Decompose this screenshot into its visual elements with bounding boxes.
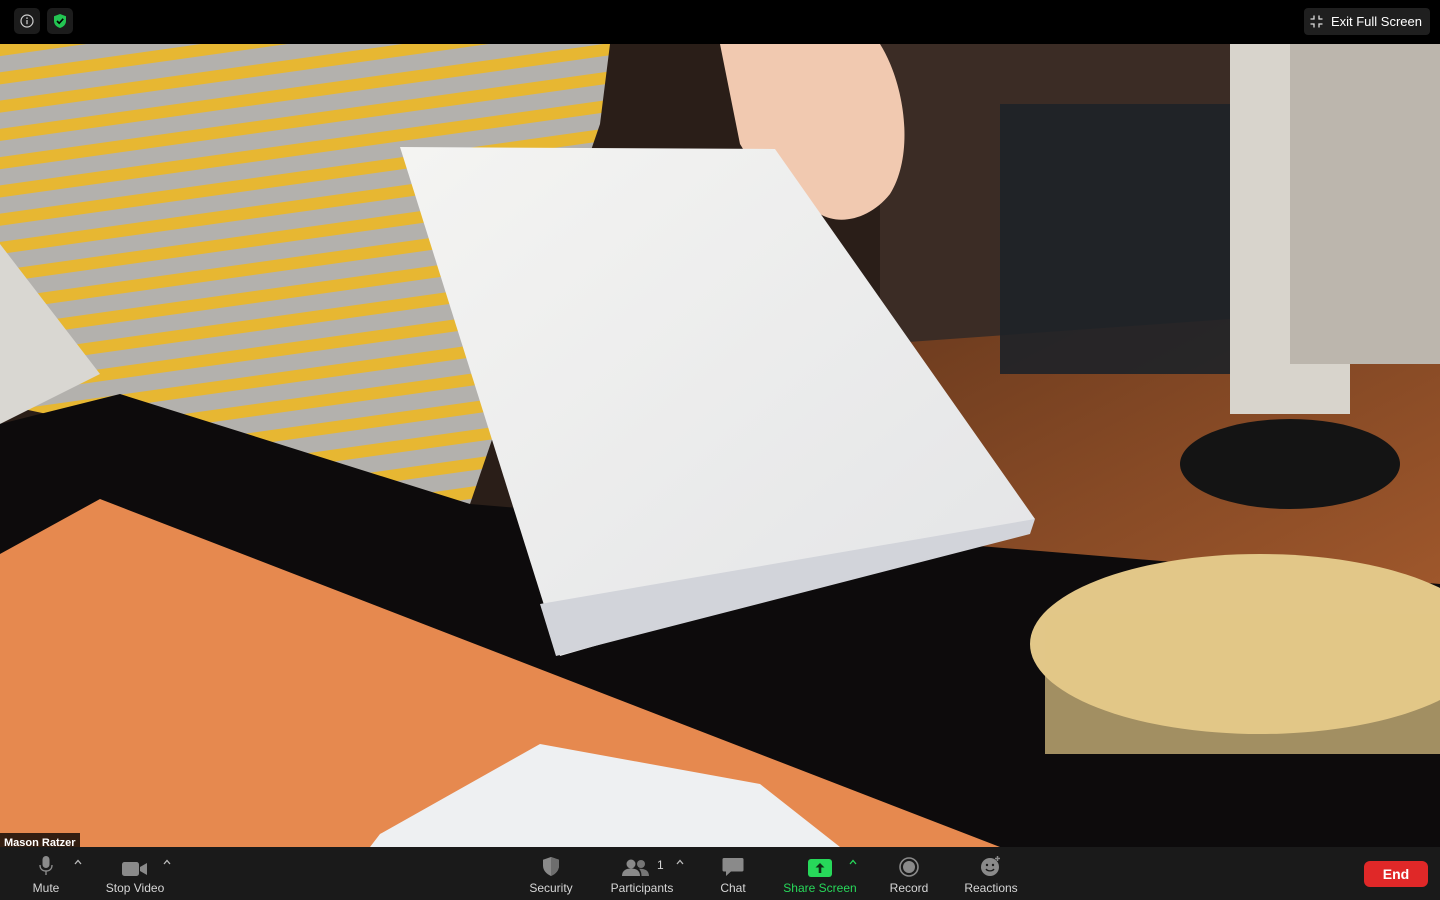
- share-screen-options-caret[interactable]: [846, 855, 860, 869]
- record-icon: [899, 857, 919, 877]
- video-camera-icon: [122, 862, 147, 876]
- exit-full-screen-icon: [1310, 15, 1323, 28]
- security-button[interactable]: Security: [525, 847, 577, 900]
- share-screen-label: Share Screen: [783, 881, 857, 895]
- stop-video-label: Stop Video: [105, 881, 165, 895]
- video-frame: [0, 44, 1440, 847]
- video-options-caret[interactable]: [160, 855, 174, 869]
- audio-options-caret[interactable]: [71, 855, 85, 869]
- mute-label: Mute: [32, 881, 60, 895]
- exit-full-screen-label: Exit Full Screen: [1330, 14, 1422, 29]
- smiley-add-icon: [981, 856, 1000, 876]
- microphone-icon: [39, 856, 53, 875]
- record-button[interactable]: Record: [886, 847, 932, 900]
- people-icon: [622, 859, 649, 876]
- end-meeting-button[interactable]: End: [1364, 861, 1428, 887]
- record-label: Record: [889, 881, 929, 895]
- participant-name-tag: Mason Ratzer: [0, 833, 80, 847]
- participants-label: Participants: [610, 881, 674, 895]
- chevron-up-icon: [849, 859, 857, 865]
- exit-full-screen-button[interactable]: Exit Full Screen: [1303, 8, 1430, 35]
- participants-count: 1: [657, 858, 664, 872]
- share-screen-icon: [808, 859, 832, 877]
- reactions-label: Reactions: [964, 881, 1018, 895]
- chevron-up-icon: [163, 859, 171, 865]
- reactions-button[interactable]: Reactions: [960, 847, 1022, 900]
- participants-options-caret[interactable]: [673, 855, 687, 869]
- meeting-toolbar: Mute Stop Video Security 1 Participants …: [0, 847, 1440, 900]
- chevron-up-icon: [74, 859, 82, 865]
- participant-video: Mason Ratzer: [0, 44, 1440, 847]
- chat-label: Chat: [720, 881, 746, 895]
- info-icon[interactable]: [14, 8, 40, 34]
- mute-button[interactable]: Mute: [26, 847, 66, 900]
- top-bar: Exit Full Screen: [0, 0, 1440, 44]
- shield-icon: [543, 857, 559, 876]
- shield-check-icon[interactable]: [47, 8, 73, 34]
- chat-bubble-icon: [722, 858, 744, 876]
- participants-button[interactable]: 1 Participants: [604, 847, 680, 900]
- chevron-up-icon: [676, 859, 684, 865]
- chat-button[interactable]: Chat: [713, 847, 753, 900]
- security-label: Security: [529, 881, 573, 895]
